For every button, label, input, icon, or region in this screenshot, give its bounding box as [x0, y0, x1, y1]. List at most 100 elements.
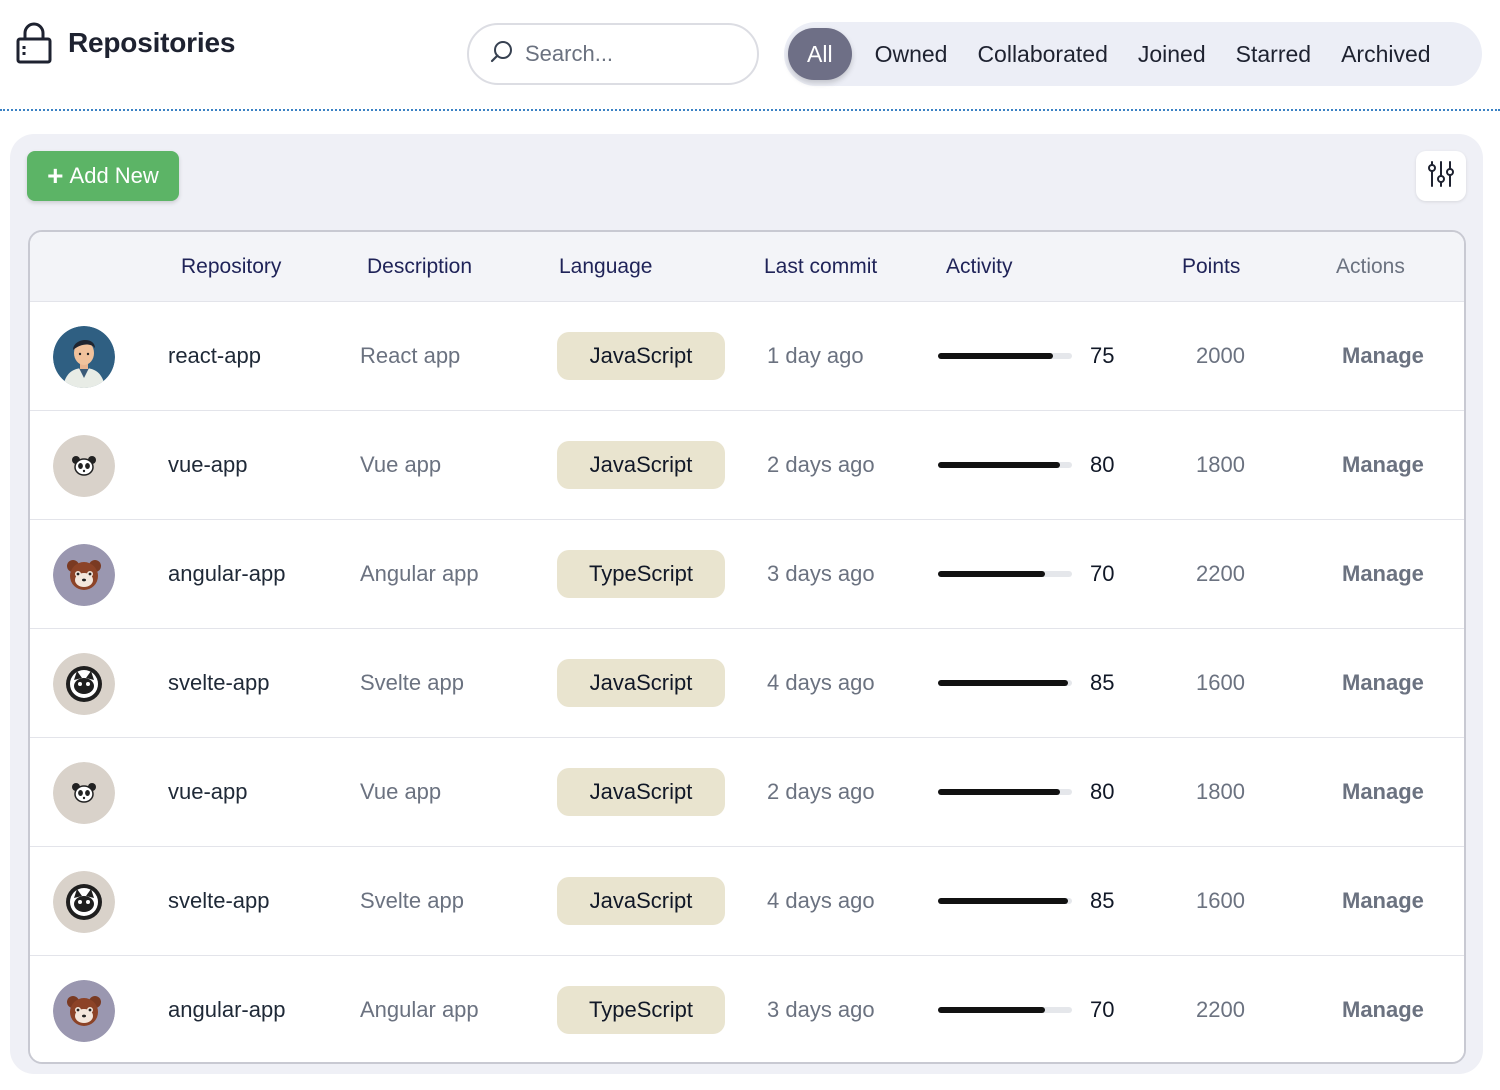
activity-value: 80 — [1090, 779, 1115, 804]
activity-cell: 70 — [938, 520, 1114, 628]
activity-bar — [938, 898, 1072, 904]
sliders-icon — [1426, 159, 1456, 194]
activity-cell: 75 — [938, 302, 1114, 410]
repository-description: React app — [360, 343, 461, 368]
manage-button[interactable]: Manage — [1342, 629, 1424, 737]
activity-cell: 85 — [938, 629, 1114, 737]
repository-description: Angular app — [360, 997, 479, 1022]
activity-bar — [938, 789, 1072, 795]
repository-name[interactable]: vue-app — [168, 411, 248, 519]
points-value: 1600 — [1196, 670, 1245, 695]
page-header: Repositories All Owned Collaborated Join… — [0, 0, 1500, 112]
activity-bar — [938, 1007, 1072, 1013]
language-badge: JavaScript — [557, 877, 725, 925]
language-badge: JavaScript — [557, 332, 725, 380]
repository-description: Vue app — [360, 452, 442, 477]
language-cell: JavaScript — [557, 629, 725, 737]
repositories-table: Repository Description Language Last com… — [28, 230, 1466, 1064]
repository-avatar — [53, 435, 115, 497]
filter-tab-all[interactable]: All — [788, 28, 852, 80]
repository-avatar — [53, 762, 115, 824]
activity-value: 85 — [1090, 670, 1115, 695]
language-cell: TypeScript — [557, 520, 725, 628]
repository-name[interactable]: angular-app — [168, 520, 285, 628]
column-header-last-commit[interactable]: Last commit — [764, 232, 877, 302]
search-input[interactable] — [525, 41, 735, 67]
column-header-activity[interactable]: Activity — [946, 232, 1013, 302]
table-row[interactable]: vue-app Vue app JavaScript 2 days ago 80 1800… — [30, 738, 1464, 847]
page-title: Repositories — [68, 27, 236, 58]
brand: Repositories — [16, 22, 235, 64]
repository-avatar — [53, 544, 115, 606]
repository-name[interactable]: react-app — [168, 302, 261, 410]
manage-button[interactable]: Manage — [1342, 738, 1424, 846]
points-value: 2200 — [1196, 561, 1245, 586]
add-new-button[interactable]: + Add New — [27, 151, 179, 201]
activity-value: 80 — [1090, 452, 1115, 477]
repository-description: Svelte app — [360, 670, 464, 695]
table-row[interactable]: svelte-app Svelte app JavaScript 4 days ago… — [30, 847, 1464, 956]
search-icon — [489, 39, 515, 70]
language-cell: JavaScript — [557, 847, 725, 955]
repository-name[interactable]: vue-app — [168, 738, 248, 846]
points-value: 2200 — [1196, 997, 1245, 1022]
last-commit: 3 days ago — [767, 561, 875, 586]
table-row[interactable]: svelte-app Svelte app JavaScript 4 days ago… — [30, 629, 1464, 738]
filter-tab-archived[interactable]: Archived — [1326, 28, 1445, 80]
points-value: 1600 — [1196, 888, 1245, 913]
filter-tabs: All Owned Collaborated Joined Starred Ar… — [784, 22, 1482, 86]
column-header-language[interactable]: Language — [559, 232, 652, 302]
activity-bar-fill — [938, 789, 1060, 795]
repository-name[interactable]: svelte-app — [168, 847, 270, 955]
activity-cell: 80 — [938, 738, 1114, 846]
language-badge: JavaScript — [557, 441, 725, 489]
manage-button[interactable]: Manage — [1342, 302, 1424, 410]
table-row[interactable]: angular-app Angular app TypeScript 3 days a… — [30, 956, 1464, 1062]
manage-button[interactable]: Manage — [1342, 411, 1424, 519]
repository-avatar — [53, 326, 115, 388]
points-value: 2000 — [1196, 343, 1245, 368]
language-badge: TypeScript — [557, 550, 725, 598]
activity-value: 85 — [1090, 888, 1115, 913]
repository-description: Angular app — [360, 561, 479, 586]
filter-tab-owned[interactable]: Owned — [860, 28, 963, 80]
activity-bar — [938, 571, 1072, 577]
column-header-repository[interactable]: Repository — [181, 232, 281, 302]
repository-description: Vue app — [360, 779, 442, 804]
repositories-panel: + Add New Repository Description Languag… — [10, 134, 1483, 1074]
activity-bar — [938, 353, 1072, 359]
last-commit: 1 day ago — [767, 343, 864, 368]
column-header-actions: Actions — [1336, 255, 1405, 278]
search-box[interactable] — [467, 23, 759, 85]
points-value: 1800 — [1196, 452, 1245, 477]
column-header-description[interactable]: Description — [367, 232, 472, 302]
last-commit: 2 days ago — [767, 779, 875, 804]
filter-tab-collaborated[interactable]: Collaborated — [962, 28, 1122, 80]
table-row[interactable]: react-app React app JavaScript 1 day ago 75 2… — [30, 302, 1464, 411]
filter-tab-joined[interactable]: Joined — [1123, 28, 1221, 80]
manage-button[interactable]: Manage — [1342, 956, 1424, 1062]
plus-icon: + — [47, 160, 64, 191]
language-badge: TypeScript — [557, 986, 725, 1034]
repository-description: Svelte app — [360, 888, 464, 913]
column-header-points[interactable]: Points — [1182, 232, 1240, 302]
table-row[interactable]: angular-app Angular app TypeScript 3 days a… — [30, 520, 1464, 629]
table-row[interactable]: vue-app Vue app JavaScript 2 days ago 80 1800… — [30, 411, 1464, 520]
manage-button[interactable]: Manage — [1342, 847, 1424, 955]
manage-button[interactable]: Manage — [1342, 520, 1424, 628]
last-commit: 3 days ago — [767, 997, 875, 1022]
repository-avatar — [53, 871, 115, 933]
table-body: react-app React app JavaScript 1 day ago 75 2… — [30, 302, 1464, 1062]
header-divider — [0, 109, 1500, 111]
language-badge: JavaScript — [557, 659, 725, 707]
last-commit: 2 days ago — [767, 452, 875, 477]
activity-bar-fill — [938, 898, 1068, 904]
language-cell: JavaScript — [557, 411, 725, 519]
filter-tab-starred[interactable]: Starred — [1221, 28, 1326, 80]
activity-bar-fill — [938, 571, 1045, 577]
repository-name[interactable]: angular-app — [168, 956, 285, 1062]
table-settings-button[interactable] — [1416, 151, 1466, 201]
activity-bar-fill — [938, 680, 1068, 686]
points-value: 1800 — [1196, 779, 1245, 804]
repository-name[interactable]: svelte-app — [168, 629, 270, 737]
